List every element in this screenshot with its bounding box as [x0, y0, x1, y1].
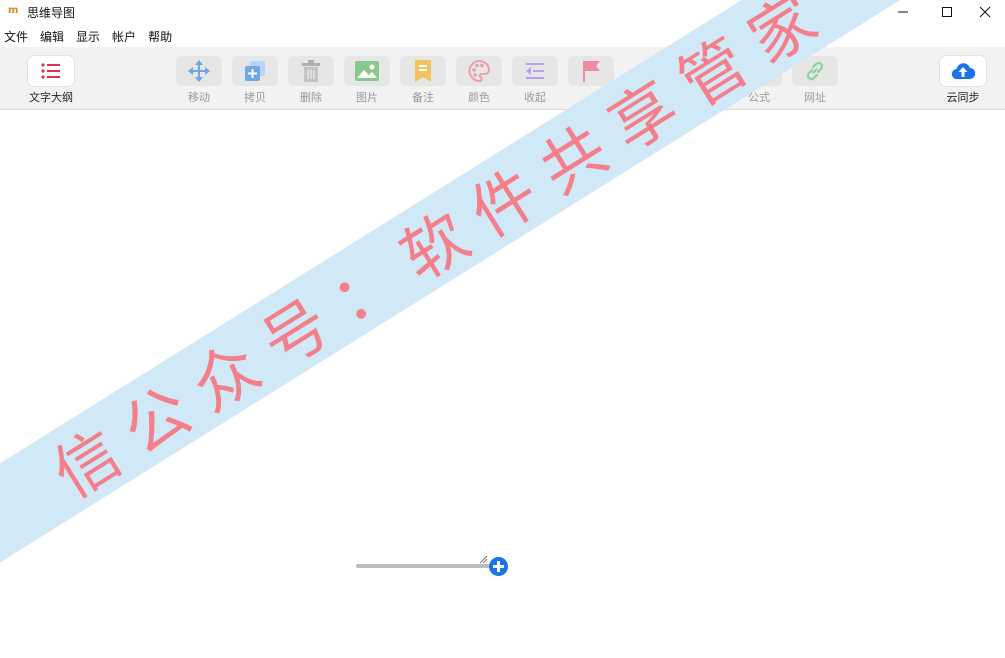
app-window: m 思维导图 文件 编辑 显示 帐户 帮助 文字大纲 移动 拷贝 删除 图片 备… — [0, 0, 1005, 658]
menu-account[interactable]: 帐户 — [112, 27, 136, 47]
outline-button[interactable]: 文字大纲 — [27, 56, 75, 105]
cloud-upload-icon — [951, 63, 975, 80]
collapse-icon — [526, 63, 544, 79]
color-button[interactable]: 颜色 — [455, 56, 503, 105]
close-icon — [979, 6, 991, 18]
copy-icon — [245, 61, 265, 81]
collapse-button[interactable]: 收起 — [511, 56, 559, 105]
zoom-in-button[interactable] — [489, 557, 508, 576]
collapse-label: 收起 — [524, 91, 546, 104]
url-label: 网址 — [804, 91, 826, 104]
resize-grip-icon[interactable] — [478, 554, 488, 564]
image-icon — [355, 61, 379, 81]
close-button[interactable] — [962, 0, 1005, 24]
flag-icon — [583, 61, 600, 82]
note-label: 备注 — [412, 91, 434, 104]
zoom-slider[interactable] — [356, 564, 492, 568]
cloud-sync-label: 云同步 — [946, 91, 980, 104]
note-button[interactable]: 备注 — [399, 56, 447, 105]
delete-button[interactable]: 删除 — [287, 56, 335, 105]
note-icon — [415, 60, 431, 82]
menu-view[interactable]: 显示 — [76, 27, 100, 47]
outline-label: 文字大纲 — [29, 91, 73, 104]
color-label: 颜色 — [468, 91, 490, 104]
palette-icon — [468, 60, 490, 82]
move-icon — [188, 60, 210, 82]
image-button[interactable]: 图片 — [343, 56, 391, 105]
move-label: 移动 — [188, 91, 210, 104]
copy-label: 拷贝 — [244, 91, 266, 104]
menu-help[interactable]: 帮助 — [148, 27, 172, 47]
minimize-icon — [898, 11, 908, 13]
maximize-icon — [942, 7, 952, 17]
move-button[interactable]: 移动 — [175, 56, 223, 105]
menu-edit[interactable]: 编辑 — [40, 27, 64, 47]
list-icon — [41, 63, 60, 79]
copy-button[interactable]: 拷贝 — [231, 56, 279, 105]
trash-icon — [302, 60, 320, 82]
menu-bar: 文件 编辑 显示 帐户 帮助 — [0, 27, 180, 47]
delete-label: 删除 — [300, 91, 322, 104]
link-icon — [806, 61, 824, 81]
toolbar: 文字大纲 移动 拷贝 删除 图片 备注 颜色 收起 公式 网址 云同步 — [0, 47, 1005, 110]
app-logo-icon: m — [8, 5, 19, 16]
window-title: 思维导图 — [27, 6, 76, 20]
image-label: 图片 — [356, 91, 378, 104]
menu-file[interactable]: 文件 — [4, 27, 28, 47]
cloud-sync-button[interactable]: 云同步 — [939, 56, 987, 105]
